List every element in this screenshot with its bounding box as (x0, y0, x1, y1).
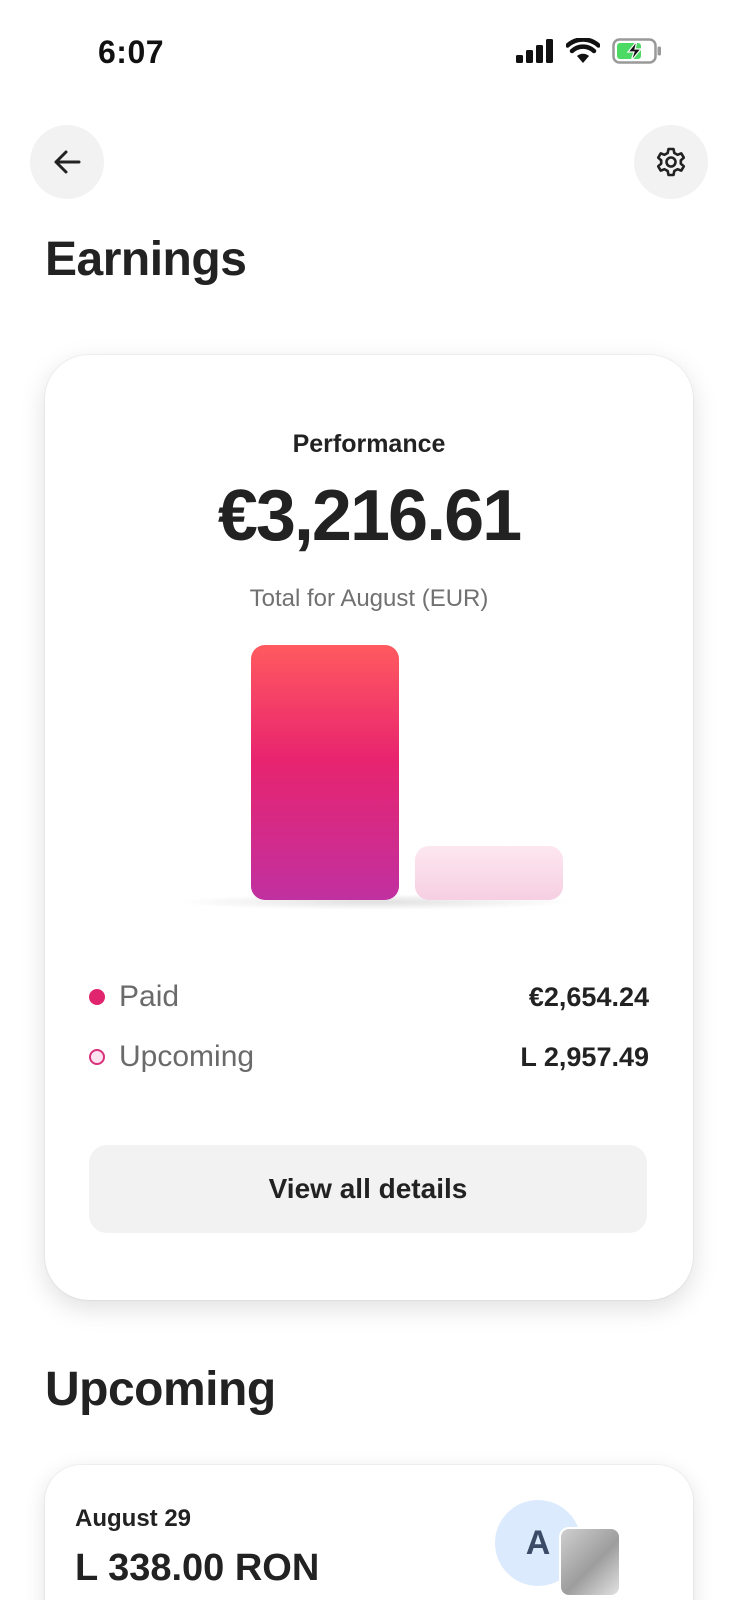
performance-card: Performance €3,216.61 Total for August (… (45, 355, 693, 1300)
listing-thumbnail (559, 1527, 621, 1597)
legend-value-paid: €2,654.24 (528, 981, 649, 1012)
legend-row-upcoming: Upcoming L 2,957.49 (89, 1035, 649, 1079)
earnings-bar-chart (175, 645, 575, 910)
battery-charging-icon (612, 38, 661, 64)
arrow-left-icon (54, 150, 81, 174)
status-time: 6:07 (98, 34, 165, 70)
payout-date: August 29 (75, 1505, 192, 1532)
payout-amount: L 338.00 RON (75, 1547, 320, 1589)
paid-dot-icon (89, 989, 105, 1005)
signal-icon (516, 39, 553, 63)
performance-label: Performance (292, 430, 446, 458)
wifi-icon (566, 38, 600, 63)
earnings-screen: 6:07 Earnings Performance €3,216.61 Tota… (0, 0, 738, 1600)
total-amount: €3,216.61 (217, 476, 522, 556)
status-icons (516, 38, 662, 64)
chart-bar-upcoming (415, 845, 563, 900)
legend-row-paid: Paid €2,654.24 (89, 975, 649, 1019)
back-button[interactable] (30, 125, 104, 199)
total-caption: Total for August (EUR) (249, 585, 489, 612)
settings-button[interactable] (634, 125, 708, 199)
upcoming-section-title: Upcoming (45, 1363, 276, 1416)
legend-label-paid: Paid (119, 980, 180, 1013)
upcoming-payout-card[interactable]: August 29 L 338.00 RON A (45, 1465, 693, 1600)
gear-icon (656, 147, 686, 177)
chart-bar-paid (251, 645, 399, 900)
page-title: Earnings (45, 233, 247, 286)
upcoming-dot-icon (89, 1049, 105, 1065)
legend-label-upcoming: Upcoming (119, 1040, 255, 1073)
legend-value-upcoming: L 2,957.49 (520, 1041, 649, 1072)
view-all-details-button[interactable]: View all details (89, 1145, 647, 1233)
